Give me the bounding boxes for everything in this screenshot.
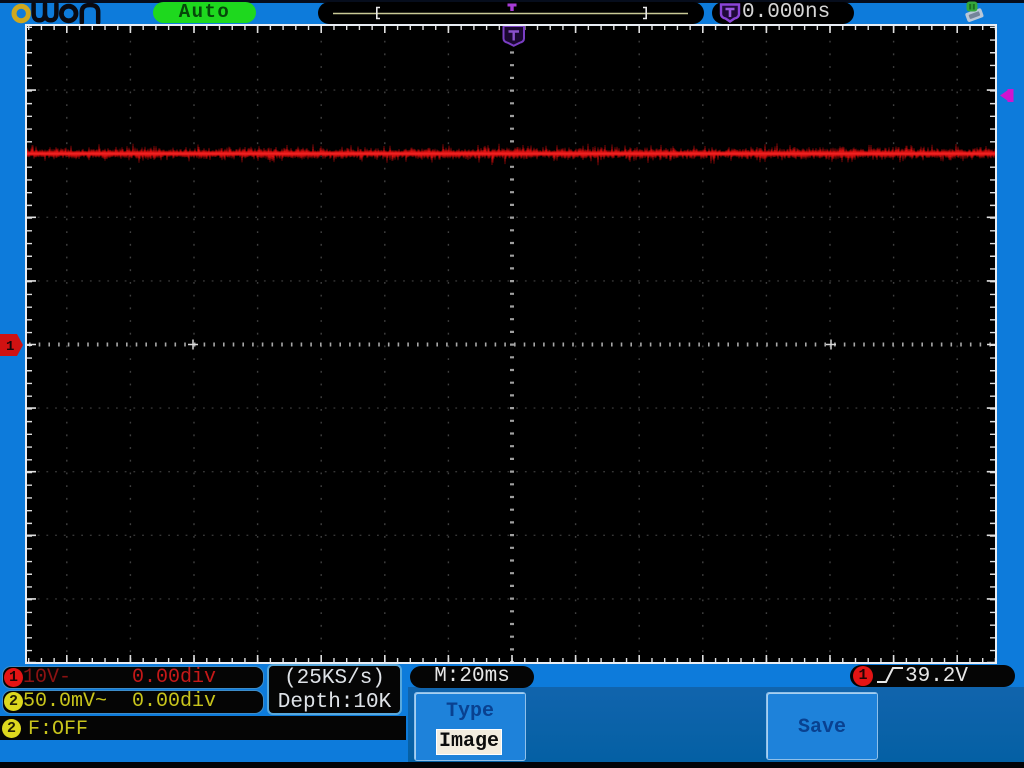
svg-text:1: 1 <box>6 339 14 355</box>
